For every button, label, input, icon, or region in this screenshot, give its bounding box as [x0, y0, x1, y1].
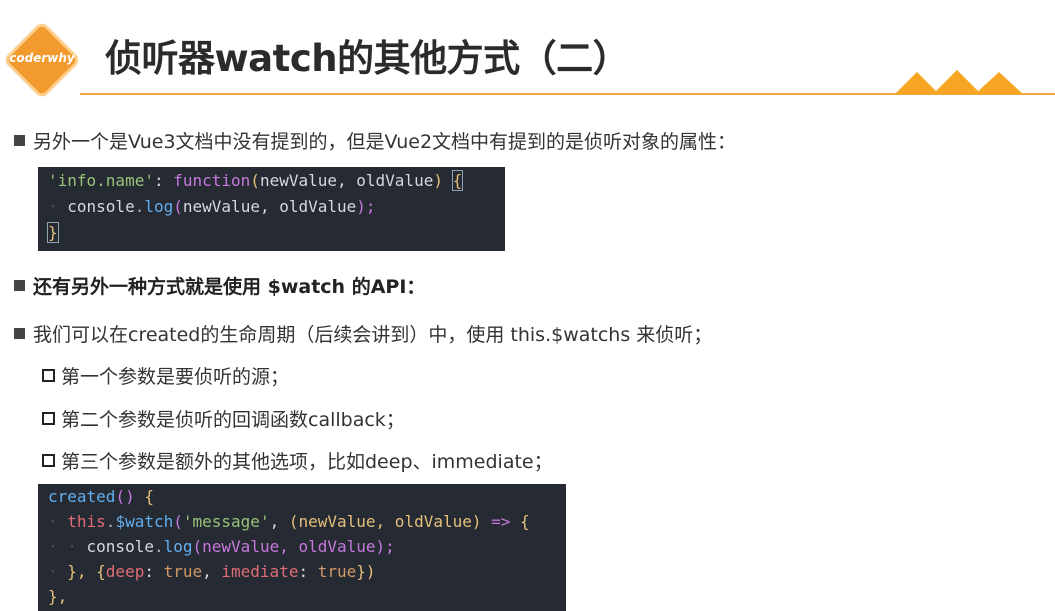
hollow-square-bullet-icon [42, 369, 55, 382]
sub-bullet-text: 第一个参数是要侦听的源； [61, 366, 290, 388]
code-line: · this.$watch('message', (newValue, oldV… [48, 512, 530, 531]
code-line: · }, {deep: true, imediate: true}) [48, 562, 376, 581]
bullet-watch-object-property: 另外一个是Vue3文档中没有提到的，但是Vue2文档中有提到的是侦听对象的属性： [14, 127, 736, 154]
bullet-text: 另外一个是Vue3文档中没有提到的，但是Vue2文档中有提到的是侦听对象的属性： [33, 131, 737, 153]
code-block-watch-property: 'info.name': function(newValue, oldValue… [38, 167, 505, 251]
square-bullet-icon [14, 328, 25, 339]
hollow-square-bullet-icon [42, 454, 55, 467]
mountains-decoration [895, 70, 1023, 94]
code-line: } [47, 222, 59, 243]
bullet-created-lifecycle: 我们可以在created的生命周期（后续会讲到）中，使用 this.$watch… [14, 320, 712, 347]
bullet-text: 我们可以在created的生命周期（后续会讲到）中，使用 this.$watch… [33, 324, 713, 346]
code-line: 'info.name': function(newValue, oldValue… [48, 170, 464, 191]
code-line: · console.log(newValue, oldValue); [48, 197, 376, 216]
code-line: created() { [48, 487, 154, 506]
bullet-watch-api: 还有另外一种方式就是使用 $watch 的API： [14, 272, 425, 299]
coderwhy-logo: coderwhy [2, 20, 82, 100]
hollow-square-bullet-icon [42, 412, 55, 425]
code-line: }, [48, 587, 68, 606]
code-block-this-watch: created() { · this.$watch('message', (ne… [38, 484, 566, 611]
square-bullet-icon [14, 135, 25, 146]
code-line: · · console.log(newValue, oldValue); [48, 537, 395, 556]
sub-bullet-text: 第三个参数是额外的其他选项，比如deep、immediate； [61, 451, 553, 473]
bullet-text: 还有另外一种方式就是使用 $watch 的API： [33, 276, 426, 298]
sub-bullet-source: 第一个参数是要侦听的源； [42, 362, 289, 389]
sub-bullet-options: 第三个参数是额外的其他选项，比如deep、immediate； [42, 447, 553, 474]
logo-text: coderwhy [9, 51, 75, 65]
sub-bullet-callback: 第二个参数是侦听的回调函数callback； [42, 405, 405, 432]
sub-bullet-text: 第二个参数是侦听的回调函数callback； [61, 409, 405, 431]
slide-title: 侦听器watch的其他方式（二） [105, 37, 630, 80]
square-bullet-icon [14, 280, 25, 291]
